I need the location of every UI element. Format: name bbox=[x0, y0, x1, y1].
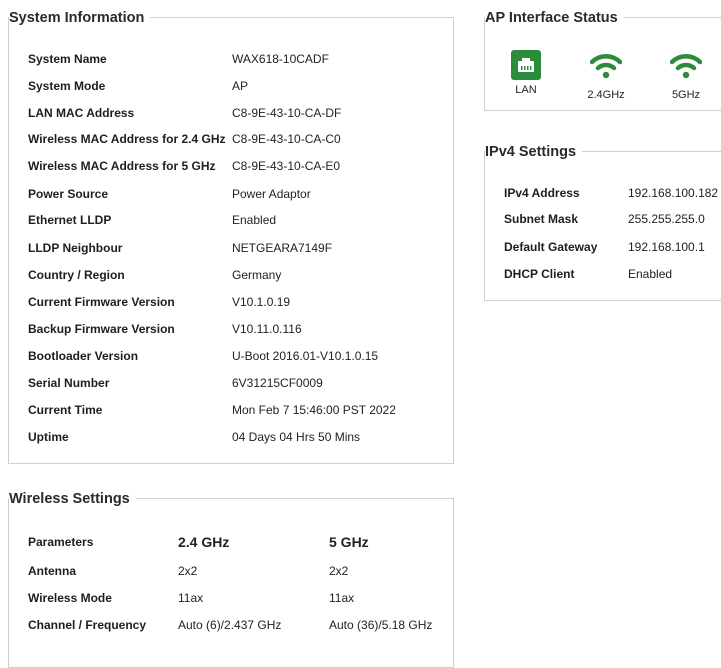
wifi-icon bbox=[589, 54, 623, 79]
wireless-row-antenna: Antenna 2x2 2x2 bbox=[9, 561, 453, 581]
ipv4-settings-panel: IPv4 Settings IPv4 Address 192.168.100.1… bbox=[484, 143, 721, 301]
ipv4-value: 255.255.255.0 bbox=[628, 212, 705, 226]
wireless-row-channel-frequency: Channel / Frequency Auto (6)/2.437 GHz A… bbox=[9, 615, 453, 635]
info-row-system-name: System Name WAX618-10CADF bbox=[9, 49, 453, 69]
ap-interface-label: LAN bbox=[515, 84, 537, 96]
info-value: C8-9E-43-10-CA-E0 bbox=[232, 159, 341, 173]
info-value: Mon Feb 7 15:46:00 PST 2022 bbox=[232, 403, 396, 417]
info-row-power-source: Power Source Power Adaptor bbox=[9, 184, 453, 204]
info-label: Backup Firmware Version bbox=[28, 322, 175, 336]
info-value: NETGEARA7149F bbox=[232, 241, 333, 255]
info-label: Current Time bbox=[28, 403, 103, 417]
ap-interface-label: 2.4GHz bbox=[587, 89, 625, 101]
wireless-label: Antenna bbox=[28, 564, 76, 578]
info-label: System Name bbox=[28, 52, 107, 66]
info-row-wireless-mac-5: Wireless MAC Address for 5 GHz C8-9E-43-… bbox=[9, 156, 453, 176]
info-value: C8-9E-43-10-CA-C0 bbox=[232, 132, 341, 146]
wireless-settings-panel: Wireless Settings Parameters 2.4 GHz 5 G… bbox=[8, 490, 454, 668]
wireless-settings-title: Wireless Settings bbox=[9, 490, 136, 508]
ipv4-label: Default Gateway bbox=[504, 240, 598, 254]
wireless-row-mode: Wireless Mode 11ax 11ax bbox=[9, 588, 453, 608]
info-row-serial-number: Serial Number 6V31215CF0009 bbox=[9, 373, 453, 393]
info-row-system-mode: System Mode AP bbox=[9, 76, 453, 96]
info-label: Power Source bbox=[28, 187, 109, 201]
info-value: AP bbox=[232, 79, 249, 93]
info-row-bootloader-version: Bootloader Version U-Boot 2016.01-V10.1.… bbox=[9, 346, 453, 366]
ipv4-value: 192.168.100.1 bbox=[628, 240, 705, 254]
info-value: V10.11.0.116 bbox=[232, 322, 302, 336]
info-value: U-Boot 2016.01-V10.1.0.15 bbox=[232, 349, 379, 363]
ap-interface-status-title: AP Interface Status bbox=[485, 9, 624, 27]
info-value: 6V31215CF0009 bbox=[232, 376, 323, 390]
ipv4-row-default-gateway: Default Gateway 192.168.100.1 bbox=[485, 237, 721, 257]
wireless-24ghz-value: 2x2 bbox=[178, 564, 198, 578]
info-row-backup-firmware: Backup Firmware Version V10.11.0.116 bbox=[9, 319, 453, 339]
ap-interface-status-panel: AP Interface Status LAN 2.4GHz 5GHz bbox=[484, 9, 721, 111]
ap-interface-label: 5GHz bbox=[671, 89, 701, 101]
info-label: LAN MAC Address bbox=[28, 106, 135, 120]
wireless-label: Wireless Mode bbox=[28, 591, 112, 605]
wireless-parameters-header: Parameters bbox=[28, 535, 94, 549]
info-row-lan-mac: LAN MAC Address C8-9E-43-10-CA-DF bbox=[9, 103, 453, 123]
lan-icon bbox=[511, 50, 541, 80]
info-label: Wireless MAC Address for 2.4 GHz bbox=[28, 132, 226, 146]
info-row-lldp-neighbour: LLDP Neighbour NETGEARA7149F bbox=[9, 238, 453, 258]
info-row-country-region: Country / Region Germany bbox=[9, 265, 453, 285]
info-label: Wireless MAC Address for 5 GHz bbox=[28, 159, 216, 173]
ipv4-row-subnet-mask: Subnet Mask 255.255.255.0 bbox=[485, 209, 721, 229]
ipv4-row-dhcp-client: DHCP Client Enabled bbox=[485, 264, 721, 284]
wireless-label: Channel / Frequency bbox=[28, 618, 147, 632]
ipv4-value: Enabled bbox=[628, 267, 673, 281]
info-value: WAX618-10CADF bbox=[232, 52, 329, 66]
info-value: V10.1.0.19 bbox=[232, 295, 291, 309]
ap-interface-5ghz: 5GHz bbox=[656, 50, 716, 101]
info-value: Enabled bbox=[232, 213, 277, 227]
system-information-title: System Information bbox=[9, 9, 151, 27]
info-label: Serial Number bbox=[28, 376, 110, 390]
wireless-5ghz-header: 5 GHz bbox=[329, 534, 369, 550]
system-information-panel: System Information System Name WAX618-10… bbox=[8, 9, 454, 464]
wireless-5ghz-value: Auto (36)/5.18 GHz bbox=[329, 618, 433, 632]
info-label: Country / Region bbox=[28, 268, 125, 282]
info-value: Germany bbox=[232, 268, 282, 282]
ipv4-row-address: IPv4 Address 192.168.100.182 bbox=[485, 183, 721, 203]
info-value: Power Adaptor bbox=[232, 187, 311, 201]
info-row-current-firmware: Current Firmware Version V10.1.0.19 bbox=[9, 292, 453, 312]
info-row-ethernet-lldp: Ethernet LLDP Enabled bbox=[9, 210, 453, 230]
wireless-24ghz-value: 11ax bbox=[178, 591, 204, 605]
wifi-icon bbox=[669, 54, 703, 79]
wireless-5ghz-value: 11ax bbox=[329, 591, 355, 605]
ipv4-settings-title: IPv4 Settings bbox=[485, 143, 583, 161]
info-row-wireless-mac-24: Wireless MAC Address for 2.4 GHz C8-9E-4… bbox=[9, 129, 453, 149]
info-value: 04 Days 04 Hrs 50 Mins bbox=[232, 430, 361, 444]
info-label: Ethernet LLDP bbox=[28, 213, 112, 227]
ipv4-label: DHCP Client bbox=[504, 267, 575, 281]
ap-interface-lan: LAN bbox=[496, 50, 556, 96]
info-label: LLDP Neighbour bbox=[28, 241, 123, 255]
info-label: Uptime bbox=[28, 430, 69, 444]
info-row-current-time: Current Time Mon Feb 7 15:46:00 PST 2022 bbox=[9, 400, 453, 420]
wireless-5ghz-value: 2x2 bbox=[329, 564, 349, 578]
info-label: Bootloader Version bbox=[28, 349, 139, 363]
wireless-24ghz-header: 2.4 GHz bbox=[178, 534, 230, 550]
ipv4-label: Subnet Mask bbox=[504, 212, 579, 226]
info-value: C8-9E-43-10-CA-DF bbox=[232, 106, 342, 120]
ipv4-value: 192.168.100.182 bbox=[628, 186, 719, 200]
info-row-uptime: Uptime 04 Days 04 Hrs 50 Mins bbox=[9, 427, 453, 447]
info-label: System Mode bbox=[28, 79, 106, 93]
info-label: Current Firmware Version bbox=[28, 295, 175, 309]
ipv4-label: IPv4 Address bbox=[504, 186, 580, 200]
wireless-24ghz-value: Auto (6)/2.437 GHz bbox=[178, 618, 282, 632]
ap-interface-24ghz: 2.4GHz bbox=[576, 50, 636, 101]
wireless-header-row: Parameters 2.4 GHz 5 GHz bbox=[9, 532, 453, 552]
